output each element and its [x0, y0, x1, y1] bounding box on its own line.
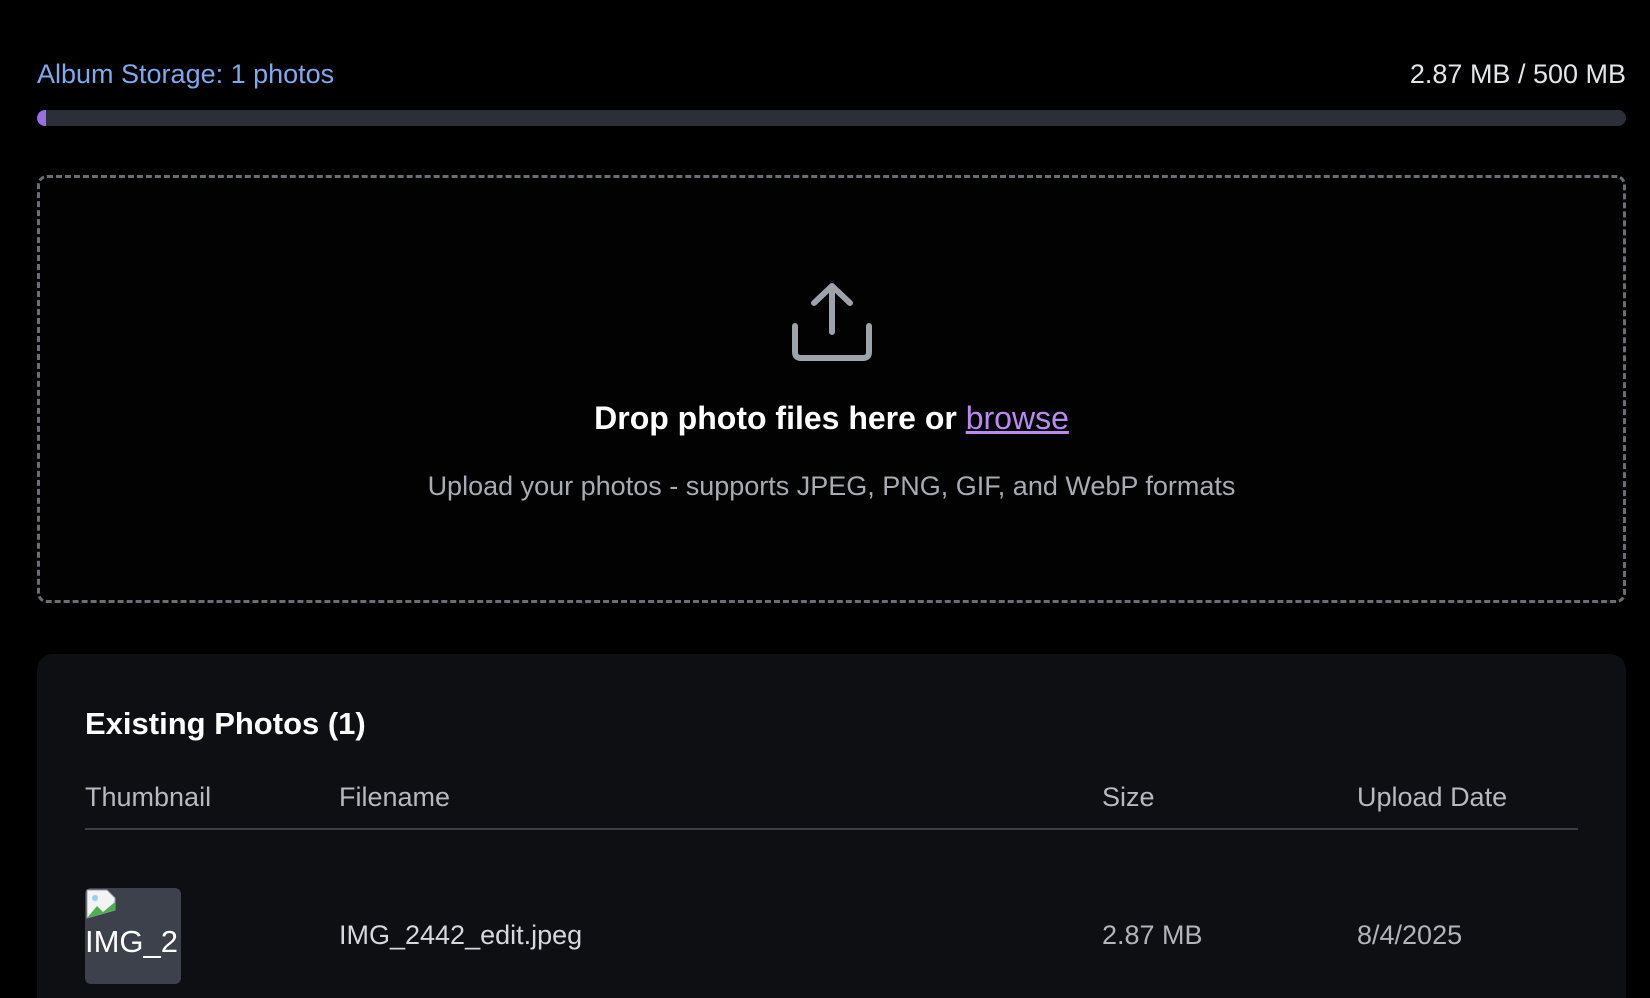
album-upload-page: Album Storage: 1 photos 2.87 MB / 500 MB… [0, 0, 1650, 998]
upload-icon [791, 283, 872, 361]
storage-progress-fill [37, 110, 47, 126]
browse-link[interactable]: browse [966, 400, 1069, 436]
table-header: Thumbnail Filename Size Upload Date [85, 782, 1578, 830]
dropzone-subtitle: Upload your photos - supports JPEG, PNG,… [427, 471, 1236, 501]
existing-photos-title: Existing Photos (1) [85, 706, 366, 741]
dropzone-title-text: Drop photo files here or [594, 400, 966, 436]
photo-thumbnail[interactable]: IMG_2 [85, 888, 181, 984]
storage-label: Album Storage: 1 photos [37, 58, 335, 89]
photo-filename: IMG_2442_edit.jpeg [339, 920, 583, 950]
column-header-upload-date: Upload Date [1357, 782, 1508, 812]
table-row[interactable]: IMG_2 IMG_2442_edit.jpeg 2.87 MB 8/4/202… [85, 888, 1578, 988]
photo-size: 2.87 MB [1102, 920, 1203, 950]
storage-header: Album Storage: 1 photos 2.87 MB / 500 MB [37, 56, 1626, 92]
column-header-thumbnail: Thumbnail [85, 782, 212, 812]
storage-progress-bar [37, 110, 1626, 126]
column-header-size: Size [1102, 782, 1155, 812]
photo-upload-date: 8/4/2025 [1357, 920, 1463, 950]
thumbnail-alt-text: IMG_2 [85, 924, 179, 959]
photo-dropzone[interactable]: Drop photo files here or browse Upload y… [37, 175, 1626, 603]
column-header-filename: Filename [339, 782, 451, 812]
dropzone-title: Drop photo files here or browse [40, 400, 1623, 437]
broken-image-icon [86, 889, 116, 919]
existing-photos-card: Existing Photos (1) Thumbnail Filename S… [37, 654, 1626, 998]
storage-usage: 2.87 MB / 500 MB [1409, 58, 1626, 89]
